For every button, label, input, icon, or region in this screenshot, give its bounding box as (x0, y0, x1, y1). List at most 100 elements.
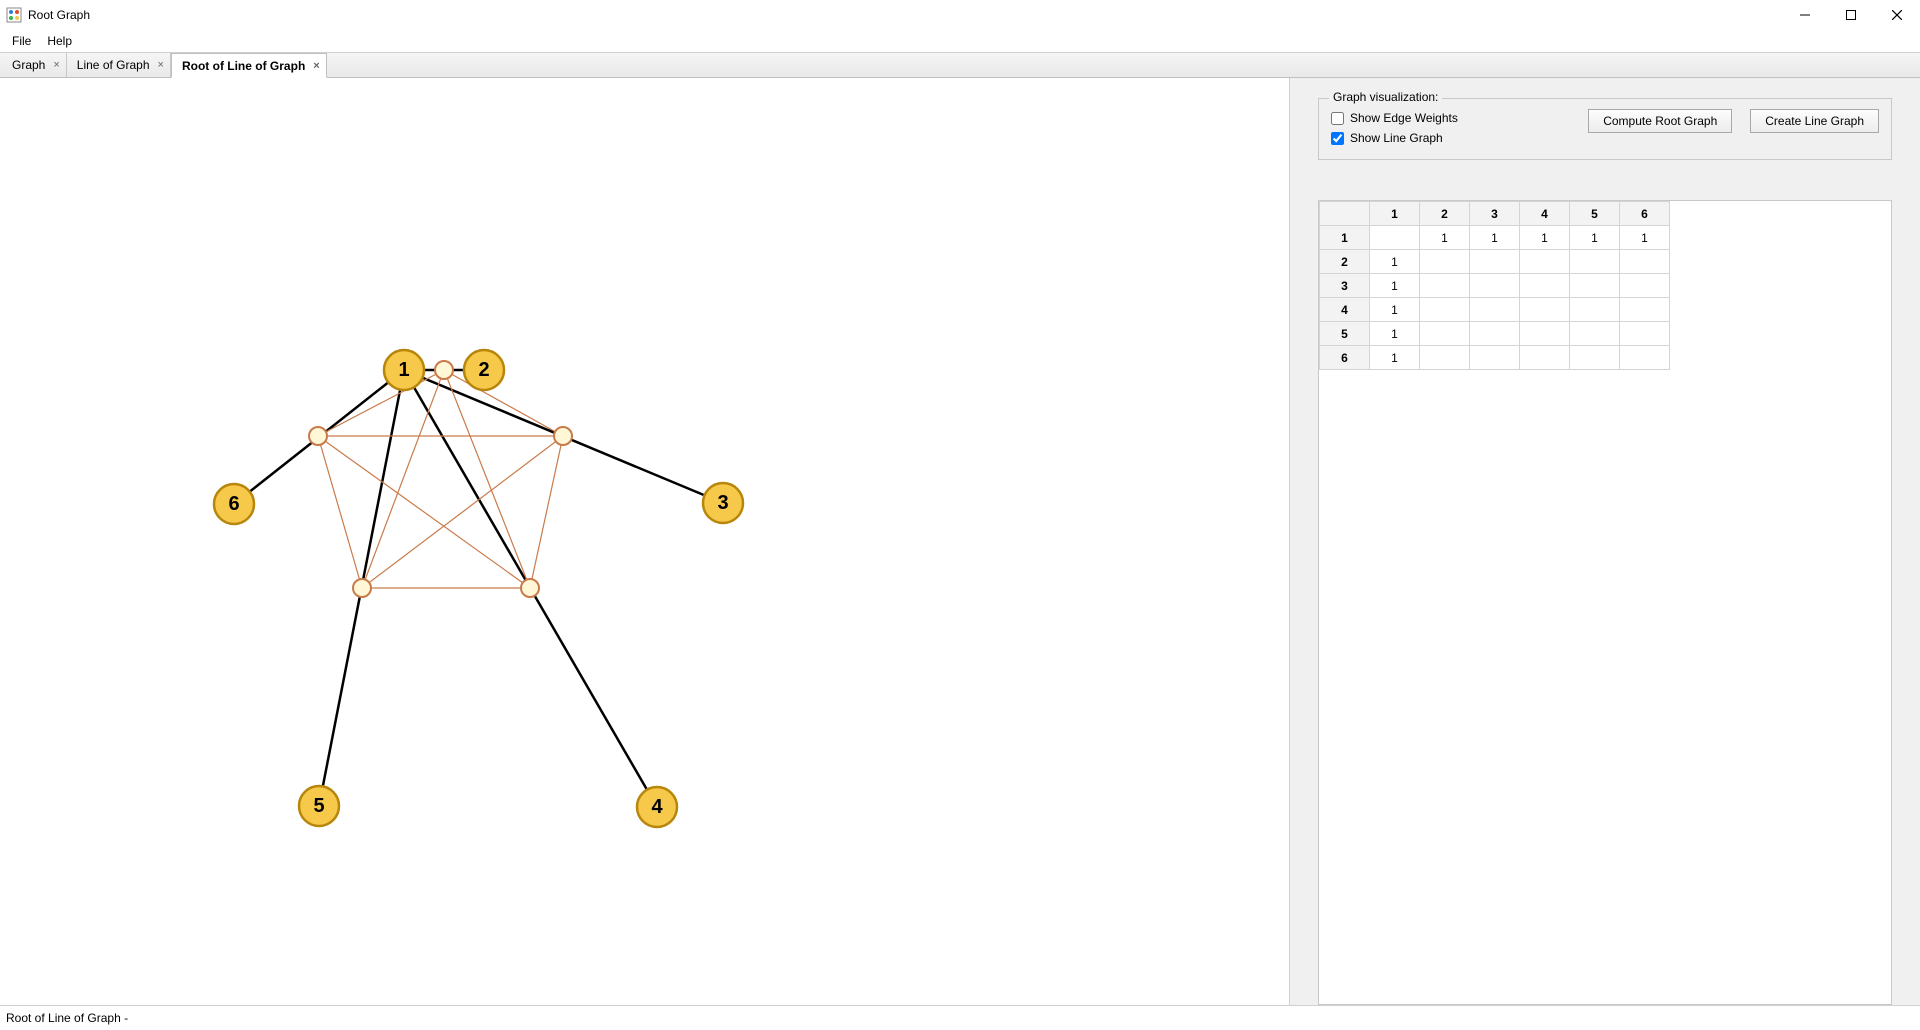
line-graph-node[interactable] (309, 427, 327, 445)
cell[interactable]: 1 (1370, 250, 1420, 274)
cell[interactable] (1620, 346, 1670, 370)
cell[interactable] (1420, 322, 1470, 346)
column-header[interactable]: 4 (1520, 202, 1570, 226)
close-icon[interactable]: × (313, 60, 319, 72)
checkbox-show-line-graph[interactable]: Show Line Graph (1331, 131, 1458, 145)
line-graph-edge[interactable] (530, 436, 563, 588)
cell[interactable] (1470, 346, 1520, 370)
graph-node-label: 2 (478, 359, 489, 381)
cell[interactable]: 1 (1520, 226, 1570, 250)
menu-file[interactable]: File (4, 32, 39, 50)
cell[interactable]: 1 (1470, 226, 1520, 250)
row-header[interactable]: 2 (1320, 250, 1370, 274)
graph-canvas[interactable]: 123456 (0, 78, 1289, 1005)
cell[interactable] (1570, 322, 1620, 346)
column-header[interactable]: 6 (1620, 202, 1670, 226)
cell[interactable] (1620, 322, 1670, 346)
column-header[interactable]: 5 (1570, 202, 1620, 226)
close-icon[interactable]: × (158, 59, 164, 71)
cell[interactable]: 1 (1420, 226, 1470, 250)
cell[interactable] (1570, 346, 1620, 370)
row-header[interactable]: 4 (1320, 298, 1370, 322)
table-row: 21 (1320, 250, 1670, 274)
line-graph-edge[interactable] (362, 370, 444, 588)
column-header[interactable]: 1 (1370, 202, 1420, 226)
checkbox-show-edge-weights[interactable]: Show Edge Weights (1331, 111, 1458, 125)
cell[interactable] (1420, 298, 1470, 322)
column-header[interactable]: 3 (1470, 202, 1520, 226)
cell[interactable]: 1 (1370, 322, 1420, 346)
cell[interactable]: 1 (1570, 226, 1620, 250)
cell[interactable] (1520, 346, 1570, 370)
cell[interactable]: 1 (1370, 346, 1420, 370)
cell[interactable] (1620, 250, 1670, 274)
line-graph-node[interactable] (353, 579, 371, 597)
titlebar: Root Graph (0, 0, 1920, 30)
cell[interactable] (1620, 274, 1670, 298)
table-row: 61 (1320, 346, 1670, 370)
compute-root-button[interactable]: Compute Root Graph (1588, 109, 1732, 133)
cell[interactable] (1570, 274, 1620, 298)
cell[interactable] (1570, 250, 1620, 274)
line-graph-node[interactable] (521, 579, 539, 597)
cell[interactable]: 1 (1620, 226, 1670, 250)
menu-help[interactable]: Help (39, 32, 80, 50)
row-header[interactable]: 6 (1320, 346, 1370, 370)
status-text: Root of Line of Graph - (6, 1011, 128, 1025)
row-header[interactable]: 5 (1320, 322, 1370, 346)
graph-node-label: 4 (651, 796, 663, 818)
create-line-button[interactable]: Create Line Graph (1750, 109, 1879, 133)
graph-node-label: 5 (313, 795, 324, 817)
table-row: 41 (1320, 298, 1670, 322)
line-graph-edge[interactable] (444, 370, 530, 588)
table-row: 111111 (1320, 226, 1670, 250)
line-graph-node[interactable] (435, 361, 453, 379)
line-graph-edge[interactable] (362, 436, 563, 588)
cell[interactable] (1520, 298, 1570, 322)
row-header[interactable]: 3 (1320, 274, 1370, 298)
cell[interactable] (1520, 274, 1570, 298)
checkbox-input[interactable] (1331, 132, 1344, 145)
close-icon[interactable]: × (53, 59, 59, 71)
tab-label: Graph (12, 58, 45, 72)
main: 123456 Graph visualization: Show Edge We… (0, 78, 1920, 1006)
maximize-button[interactable] (1828, 0, 1874, 30)
adjacency-table-wrap[interactable]: 1234561111112131415161 (1318, 200, 1892, 1005)
checkbox-input[interactable] (1331, 112, 1344, 125)
cell[interactable] (1520, 322, 1570, 346)
cell[interactable] (1370, 226, 1420, 250)
statusbar: Root of Line of Graph - (0, 1006, 1920, 1030)
cell[interactable] (1420, 250, 1470, 274)
cell[interactable] (1470, 250, 1520, 274)
minimize-button[interactable] (1782, 0, 1828, 30)
tab-graph[interactable]: Graph × (2, 53, 67, 77)
window-controls (1782, 0, 1920, 30)
cell[interactable] (1620, 298, 1670, 322)
tabstrip: Graph × Line of Graph × Root of Line of … (0, 52, 1920, 78)
cell[interactable] (1470, 274, 1520, 298)
cell[interactable] (1520, 250, 1570, 274)
line-graph-edge[interactable] (318, 370, 444, 436)
cell[interactable]: 1 (1370, 298, 1420, 322)
tab-line-of-graph[interactable]: Line of Graph × (67, 53, 171, 77)
line-graph-edge[interactable] (318, 436, 362, 588)
cell[interactable]: 1 (1370, 274, 1420, 298)
line-graph-edge[interactable] (444, 370, 563, 436)
close-button[interactable] (1874, 0, 1920, 30)
graph-node-label: 6 (228, 493, 239, 515)
tab-root-of-line-of-graph[interactable]: Root of Line of Graph × (171, 53, 327, 78)
table-row: 31 (1320, 274, 1670, 298)
row-header[interactable]: 1 (1320, 226, 1370, 250)
cell[interactable] (1420, 274, 1470, 298)
canvas-pane[interactable]: 123456 (0, 78, 1290, 1005)
cell[interactable] (1570, 298, 1620, 322)
column-header[interactable]: 2 (1420, 202, 1470, 226)
cell[interactable] (1420, 346, 1470, 370)
cell[interactable] (1470, 298, 1520, 322)
line-graph-edge[interactable] (318, 436, 530, 588)
app-icon (6, 7, 22, 23)
adjacency-table: 1234561111112131415161 (1319, 201, 1670, 370)
cell[interactable] (1470, 322, 1520, 346)
line-graph-node[interactable] (554, 427, 572, 445)
window-title: Root Graph (28, 8, 90, 22)
